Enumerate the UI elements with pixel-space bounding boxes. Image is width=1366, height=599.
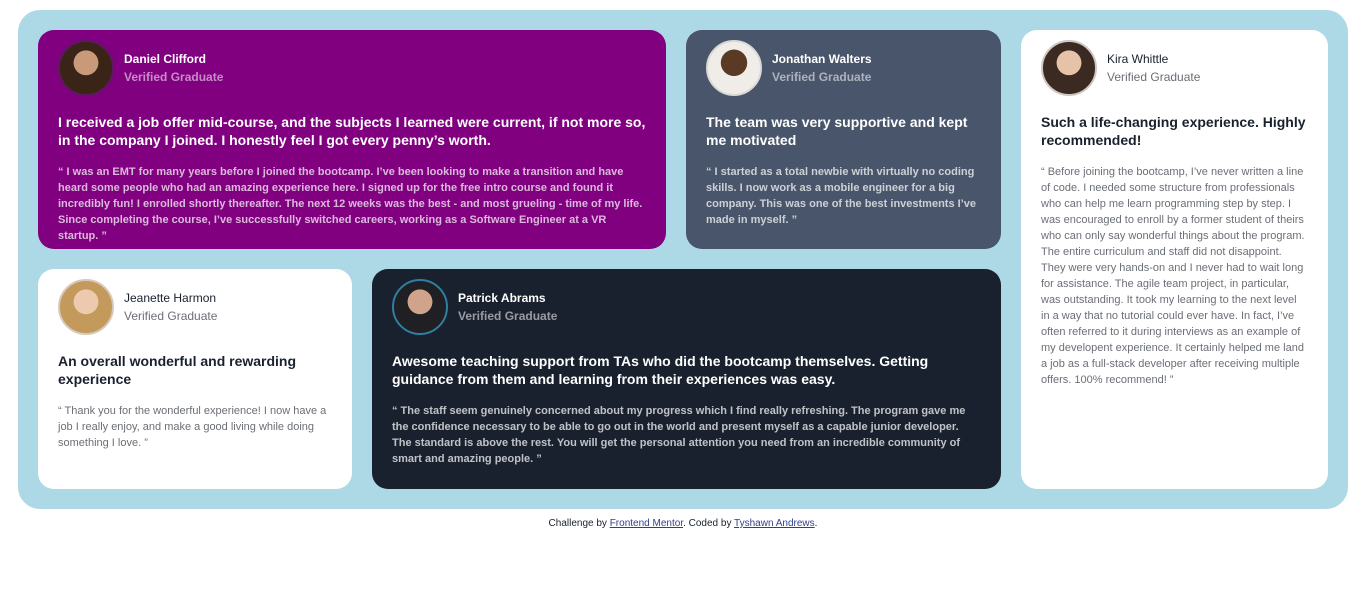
author-name: Jonathan Walters — [772, 52, 872, 66]
author-name: Daniel Clifford — [124, 52, 207, 66]
author-link[interactable]: Tyshawn Andrews — [734, 518, 815, 529]
testimonial-quote: “ The staff seem genuinely concerned abo… — [392, 405, 966, 465]
card-header: Daniel Clifford Verified Graduate — [58, 40, 646, 96]
testimonials-grid: Daniel Clifford Verified Graduate I rece… — [18, 10, 1348, 509]
author-role: Verified Graduate — [124, 70, 224, 84]
attribution-middle: . Coded by — [683, 518, 735, 529]
avatar — [706, 40, 762, 96]
avatar — [58, 40, 114, 96]
author-role: Verified Graduate — [1107, 70, 1201, 84]
frontend-mentor-link[interactable]: Frontend Mentor — [610, 518, 683, 529]
author-role: Verified Graduate — [772, 70, 872, 84]
attribution-suffix: . — [814, 518, 818, 529]
testimonial-headline: The team was very supportive and kept me… — [706, 114, 968, 148]
testimonial-quote: “ Thank you for the wonderful experience… — [58, 405, 327, 449]
testimonial-card-jonathan: Jonathan Walters Verified Graduate The t… — [686, 30, 1001, 249]
avatar — [58, 279, 114, 335]
author-role: Verified Graduate — [124, 309, 218, 323]
testimonial-headline: I received a job offer mid-course, and t… — [58, 114, 646, 148]
attribution-footer: Challenge by Frontend Mentor. Coded by T… — [0, 518, 1366, 529]
avatar — [1041, 40, 1097, 96]
author-name: Jeanette Harmon — [124, 291, 217, 305]
testimonial-quote: “ I started as a total newbie with virtu… — [706, 166, 976, 226]
card-header: Jeanette Harmon Verified Graduate — [58, 279, 332, 335]
testimonial-card-daniel: Daniel Clifford Verified Graduate I rece… — [38, 30, 666, 249]
testimonial-quote: “ I was an EMT for many years before I j… — [58, 166, 643, 242]
author-name: Kira Whittle — [1107, 52, 1169, 66]
testimonial-quote: “ Before joining the bootcamp, I’ve neve… — [1041, 166, 1305, 386]
testimonial-headline: An overall wonderful and rewarding exper… — [58, 353, 297, 387]
testimonial-card-kira: Kira Whittle Verified Graduate Such a li… — [1021, 30, 1328, 489]
testimonial-card-jeanette: Jeanette Harmon Verified Graduate An ove… — [38, 269, 352, 489]
attribution-prefix: Challenge by — [548, 518, 610, 529]
author-name: Patrick Abrams — [458, 291, 546, 305]
testimonial-headline: Awesome teaching support from TAs who di… — [392, 353, 929, 387]
testimonial-headline: Such a life-changing experience. Highly … — [1041, 114, 1306, 148]
avatar — [392, 279, 448, 335]
card-header: Jonathan Walters Verified Graduate — [706, 40, 981, 96]
author-role: Verified Graduate — [458, 309, 558, 323]
card-header: Patrick Abrams Verified Graduate — [392, 279, 981, 335]
card-header: Kira Whittle Verified Graduate — [1041, 40, 1308, 96]
testimonial-card-patrick: Patrick Abrams Verified Graduate Awesome… — [372, 269, 1001, 489]
